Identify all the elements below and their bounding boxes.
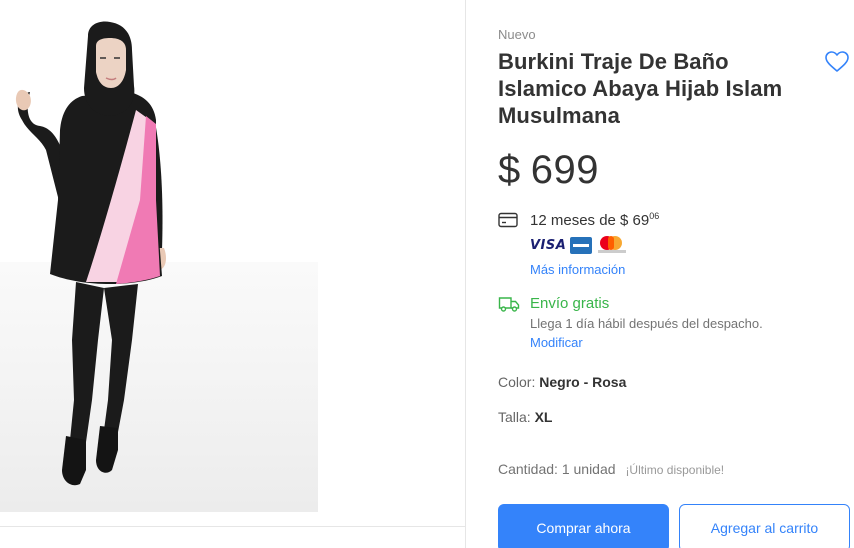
add-to-cart-button[interactable]: Agregar al carrito: [679, 504, 850, 548]
product-title: Burkini Traje De Baño Islamico Abaya Hij…: [498, 49, 783, 128]
color-attribute: Color: Negro - Rosa: [498, 374, 626, 390]
availability-note: ¡Último disponible!: [625, 463, 725, 477]
gallery-divider: [0, 526, 466, 527]
quantity-text: Cantidad: 1 unidad: [498, 461, 616, 477]
price-amount: 699: [530, 148, 599, 192]
condition-label: Nuevo: [498, 27, 536, 42]
buy-box: Nuevo Burkini Traje De Baño Islamico Aba…: [466, 0, 854, 548]
price: $699: [498, 148, 599, 193]
size-value: XL: [534, 409, 553, 425]
shipping-eta: Llega 1 día hábil después del despacho.: [530, 316, 763, 331]
color-value: Negro - Rosa: [539, 374, 627, 390]
price-currency: $: [498, 148, 521, 192]
installments-cents: 06: [649, 211, 660, 221]
product-gallery: [0, 0, 466, 548]
size-attribute: Talla: XL: [498, 409, 552, 425]
favorite-heart-icon[interactable]: [824, 50, 850, 74]
color-label: Color:: [498, 374, 536, 390]
visa-icon: VISA: [530, 237, 567, 253]
mastercard-icon: [598, 236, 626, 254]
size-label: Talla:: [498, 409, 531, 425]
free-shipping-label: Envío gratis: [530, 295, 610, 312]
buy-now-button[interactable]: Comprar ahora: [498, 504, 669, 548]
american-express-icon: [570, 236, 592, 254]
truck-icon: [498, 297, 520, 312]
more-info-link[interactable]: Más información: [530, 262, 625, 277]
credit-card-icon: [498, 212, 518, 228]
installments-text: 12 meses de $ 6906: [530, 211, 660, 230]
modify-shipping-link[interactable]: Modificar: [530, 335, 583, 350]
installments-amount: 12 meses de $ 69: [530, 212, 650, 229]
product-photo[interactable]: [0, 0, 330, 512]
payment-methods: VISA: [530, 236, 626, 254]
quantity-row: Cantidad: 1 unidad ¡Último disponible!: [498, 461, 724, 477]
